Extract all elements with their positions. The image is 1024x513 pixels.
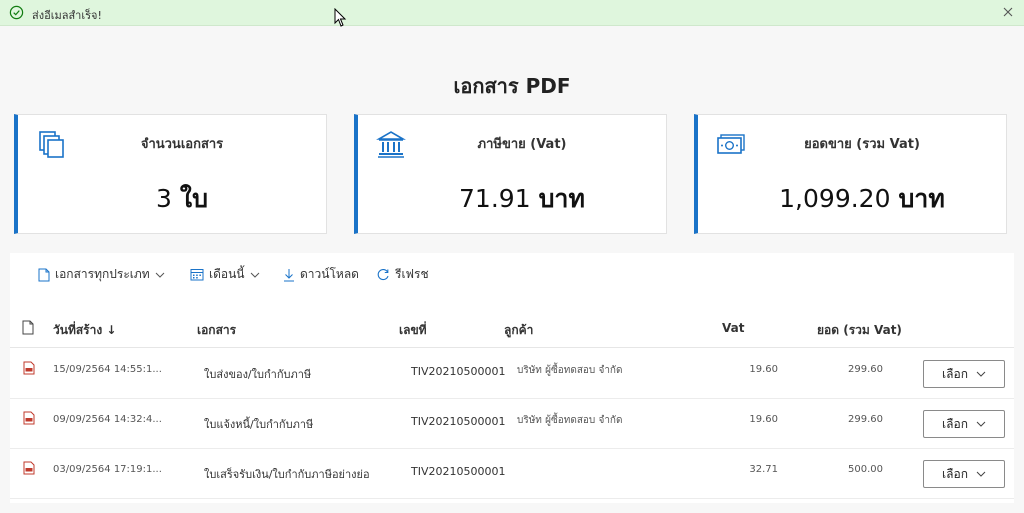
cell-number: TIV20210500001: [411, 365, 506, 378]
column-document[interactable]: เอกสาร: [197, 321, 236, 340]
chevron-down-icon: [250, 272, 259, 278]
period-label: เดือนนี้: [209, 267, 245, 281]
column-total[interactable]: ยอด (รวม Vat): [817, 321, 902, 340]
refresh-label: รีเฟรช: [395, 267, 429, 281]
cell-vat: 19.60: [749, 364, 778, 375]
cell-date: 03/09/2564 17:19:1...: [53, 464, 162, 475]
select-button-label: เลือก: [942, 416, 968, 431]
pdf-file-icon: [23, 461, 35, 475]
select-button[interactable]: เลือก: [923, 410, 1005, 438]
select-button[interactable]: เลือก: [923, 360, 1005, 388]
success-notification: ส่งอีเมลสำเร็จ!: [0, 0, 1024, 26]
table-row[interactable]: 15/09/2564 14:55:1... ใบส่งของ/ใบกำกับภา…: [10, 349, 1014, 399]
card-value: 3 ใบ: [156, 184, 208, 213]
chevron-down-icon: [976, 471, 986, 477]
mouse-cursor-icon: [334, 8, 347, 27]
cell-total: 299.60: [848, 414, 883, 425]
column-number[interactable]: เลขที่: [399, 321, 427, 340]
card-document-count: จำนวนเอกสาร 3 ใบ: [14, 114, 327, 234]
notification-message: ส่งอีเมลสำเร็จ!: [32, 9, 102, 22]
card-value: 1,099.20 บาท: [779, 184, 945, 213]
file-type-icon: [22, 320, 34, 335]
chevron-down-icon: [155, 272, 165, 278]
cell-date: 15/09/2564 14:55:1...: [53, 364, 162, 375]
cell-date: 09/09/2564 14:32:4...: [53, 414, 162, 425]
page-title: เอกสาร PDF: [453, 74, 571, 98]
doc-type-dropdown[interactable]: เอกสารทุกประเภท: [38, 265, 165, 284]
card-label: ภาษีขาย (Vat): [477, 137, 567, 152]
download-button[interactable]: ดาวน์โหลด: [283, 265, 359, 284]
select-button[interactable]: เลือก: [923, 460, 1005, 488]
calendar-icon: [190, 269, 204, 281]
download-icon: [284, 268, 294, 281]
refresh-button[interactable]: รีเฟรช: [376, 265, 429, 284]
select-button-label: เลือก: [942, 466, 968, 481]
cell-vat: 19.60: [749, 414, 778, 425]
cell-number: TIV20210500001: [411, 465, 506, 478]
toolbar: เอกสารทุกประเภท เดือนนี้ ดาวน์โหลด รีเฟร…: [10, 253, 1014, 293]
cell-total: 500.00: [848, 464, 883, 475]
cell-total: 299.60: [848, 364, 883, 375]
cell-customer: บริษัท ผู้ซื้อทดสอบ จำกัด: [517, 415, 623, 426]
card-value: 71.91 บาท: [459, 184, 585, 213]
column-date[interactable]: วันที่สร้าง ↓: [53, 321, 116, 340]
download-label: ดาวน์โหลด: [300, 267, 359, 281]
cell-customer: บริษัท ผู้ซื้อทดสอบ จำกัด: [517, 365, 623, 376]
cell-document: ใบเสร็จรับเงิน/ใบกำกับภาษีอย่างย่อ: [204, 468, 370, 481]
column-vat[interactable]: Vat: [722, 321, 744, 335]
pdf-file-icon: [23, 361, 35, 375]
refresh-icon: [377, 268, 389, 280]
table-row[interactable]: 03/09/2564 17:19:1... ใบเสร็จรับเงิน/ใบก…: [10, 449, 1014, 499]
table-row[interactable]: 09/09/2564 14:32:4... ใบแจ้งหนี้/ใบกำกับ…: [10, 399, 1014, 449]
cell-document: ใบแจ้งหนี้/ใบกำกับภาษี: [204, 418, 314, 431]
chevron-down-icon: [976, 371, 986, 377]
documents-panel: เอกสารทุกประเภท เดือนนี้ ดาวน์โหลด รีเฟร…: [10, 253, 1014, 503]
document-icon: [38, 268, 50, 281]
doc-type-label: เอกสารทุกประเภท: [55, 267, 150, 281]
pdf-file-icon: [23, 411, 35, 425]
card-total-sales: ยอดขาย (รวม Vat) 1,099.20 บาท: [694, 114, 1007, 234]
cell-vat: 32.71: [749, 464, 778, 475]
card-label: ยอดขาย (รวม Vat): [804, 137, 920, 152]
cell-document: ใบส่งของ/ใบกำกับภาษี: [204, 368, 312, 381]
period-dropdown[interactable]: เดือนนี้: [190, 265, 260, 284]
cell-number: TIV20210500001: [411, 415, 506, 428]
table-header: วันที่สร้าง ↓ เอกสาร เลขที่ ลูกค้า Vat ย…: [10, 313, 1014, 348]
check-circle-icon: [9, 5, 24, 20]
card-sales-tax: ภาษีขาย (Vat) 71.91 บาท: [354, 114, 667, 234]
select-button-label: เลือก: [942, 366, 968, 381]
card-label: จำนวนเอกสาร: [140, 137, 224, 152]
chevron-down-icon: [976, 421, 986, 427]
close-icon[interactable]: [1002, 6, 1014, 18]
column-customer[interactable]: ลูกค้า: [504, 321, 533, 340]
